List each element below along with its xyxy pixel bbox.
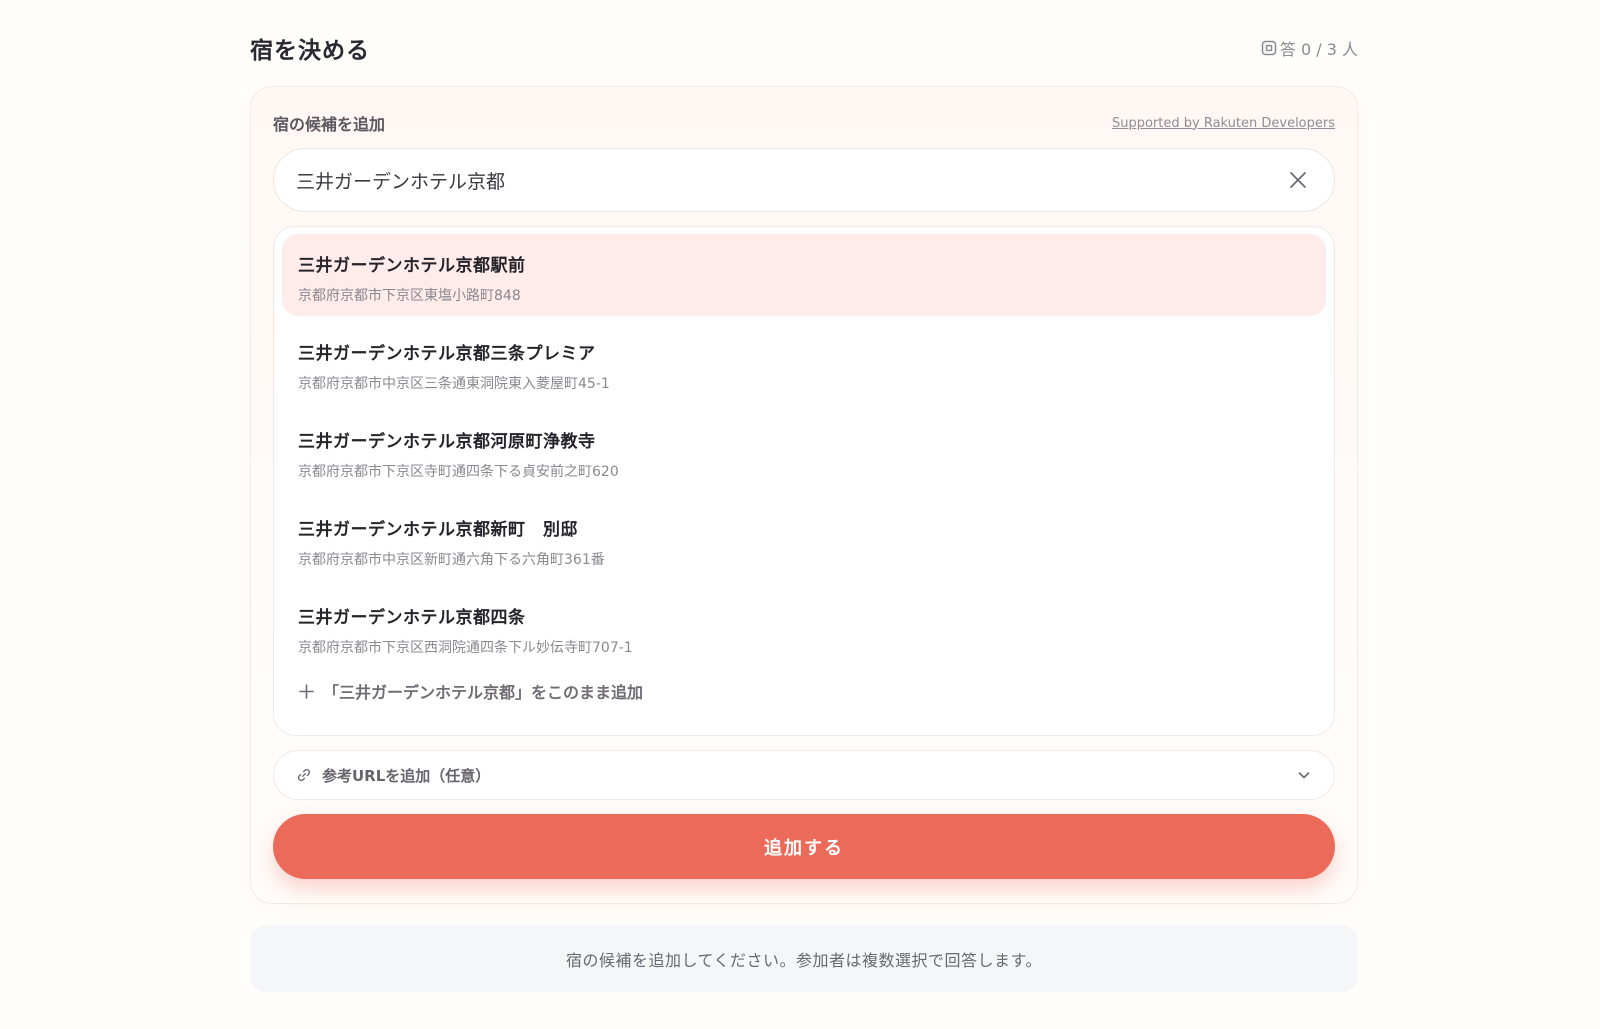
link-icon xyxy=(297,768,311,782)
page-header: 宿を決める 答 0 / 3 人 xyxy=(250,30,1358,66)
suggestion-name: 三井ガーデンホテル京都三条プレミア xyxy=(298,344,596,364)
add-as-is-label: 「三井ガーデンホテル京都」をこのまま追加 xyxy=(323,683,644,702)
rakuten-credit-link[interactable]: Supported by Rakuten Developers xyxy=(1112,116,1335,131)
suggestion-name: 三井ガーデンホテル京都駅前 xyxy=(298,256,526,276)
suggestion-item[interactable]: 三井ガーデンホテル京都駅前 京都府京都市下京区東塩小路町848 xyxy=(282,234,1326,316)
suggestion-name: 三井ガーデンホテル京都新町 別邸 xyxy=(298,520,578,540)
answer-count: 答 0 / 3 人 xyxy=(1261,36,1358,60)
hotel-search-input[interactable] xyxy=(296,169,1284,191)
answer-count-text: 答 0 / 3 人 xyxy=(1279,40,1358,59)
clear-search-button[interactable] xyxy=(1284,166,1312,194)
plus-icon xyxy=(299,683,314,699)
suggestion-item[interactable]: 三井ガーデンホテル京都新町 別邸 京都府京都市中京区新町通六角下る六角町361番 xyxy=(282,498,1326,580)
chevron-down-icon xyxy=(1298,772,1310,779)
info-message: 宿の候補を追加してください。参加者は複数選択で回答します。 xyxy=(250,925,1358,992)
suggestion-name: 三井ガーデンホテル京都河原町浄教寺 xyxy=(298,432,596,452)
add-button[interactable]: 追加する xyxy=(273,814,1335,879)
reference-url-toggle[interactable]: 参考URLを追加（任意） xyxy=(273,750,1335,800)
hotel-search-box xyxy=(273,148,1335,212)
suggestion-item[interactable]: 三井ガーデンホテル京都四条 京都府京都市下京区西洞院通四条下ル妙伝寺町707-1 xyxy=(282,586,1326,668)
page-title: 宿を決める xyxy=(250,38,370,64)
suggestion-item[interactable]: 三井ガーデンホテル京都河原町浄教寺 京都府京都市下京区寺町通四条下る貞安前之町6… xyxy=(282,410,1326,492)
suggestion-item[interactable]: 三井ガーデンホテル京都三条プレミア 京都府京都市中京区三条通東洞院東入菱屋町45… xyxy=(282,322,1326,404)
suggestion-address: 京都府京都市下京区東塩小路町848 xyxy=(298,288,521,304)
add-candidate-card: 宿の候補を追加 Supported by Rakuten Developers … xyxy=(250,86,1358,904)
suggestion-address: 京都府京都市中京区三条通東洞院東入菱屋町45-1 xyxy=(298,376,610,392)
add-as-is-option[interactable]: 「三井ガーデンホテル京都」をこのまま追加 xyxy=(282,674,1326,708)
suggestion-name: 三井ガーデンホテル京都四条 xyxy=(298,608,526,628)
suggestion-dropdown: 三井ガーデンホテル京都駅前 京都府京都市下京区東塩小路町848 三井ガーデンホテ… xyxy=(273,226,1335,736)
suggestion-address: 京都府京都市下京区西洞院通四条下ル妙伝寺町707-1 xyxy=(298,640,633,656)
page: 宿を決める 答 0 / 3 人 宿の候補を追加 Supported by Rak… xyxy=(0,0,1600,1029)
close-icon xyxy=(1290,172,1306,188)
reference-url-label: 参考URLを追加（任意） xyxy=(322,766,491,785)
section-label: 宿の候補を追加 xyxy=(273,115,386,134)
suggestion-address: 京都府京都市中京区新町通六角下る六角町361番 xyxy=(298,552,605,568)
card-header: 宿の候補を追加 Supported by Rakuten Developers xyxy=(273,111,1335,135)
answer-box-icon xyxy=(1261,40,1277,56)
suggestion-address: 京都府京都市下京区寺町通四条下る貞安前之町620 xyxy=(298,464,619,480)
